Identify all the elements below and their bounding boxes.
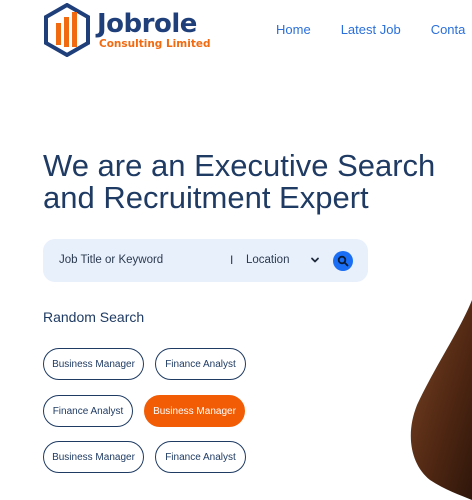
hero-title-line-1: We are an Executive Search (43, 148, 436, 183)
main-nav: Home Latest Job Conta (276, 22, 472, 37)
location-select[interactable]: Location (246, 254, 289, 266)
search-tag[interactable]: Finance Analyst (155, 441, 246, 473)
chevron-down-icon[interactable] (310, 255, 320, 265)
job-search-bar: Job Title or Keyword I Location (43, 239, 368, 282)
logo[interactable]: Jobrole Consulting Limited (43, 3, 210, 57)
search-icon (337, 255, 349, 267)
hero-title: We are an Executive Search and Recruitme… (43, 150, 472, 214)
search-tag[interactable]: Business Manager (43, 441, 144, 473)
keyword-input[interactable]: Job Title or Keyword (59, 254, 163, 266)
logo-name: Jobrole (97, 9, 197, 39)
site-header: Jobrole Consulting Limited Home Latest J… (0, 0, 472, 62)
search-button[interactable] (333, 251, 353, 271)
random-search-heading: Random Search (43, 309, 145, 325)
hero-decorative-shape (410, 300, 472, 500)
nav-link-latest-job[interactable]: Latest Job (341, 22, 401, 37)
search-tag[interactable]: Finance Analyst (43, 395, 133, 427)
logo-subtitle: Consulting Limited (99, 38, 211, 50)
nav-link-home[interactable]: Home (276, 22, 311, 37)
hero-title-line-2: and Recruitment Expert (43, 180, 369, 215)
search-divider: I (230, 253, 234, 267)
search-tag-active[interactable]: Business Manager (144, 395, 245, 427)
nav-link-contact[interactable]: Conta (431, 22, 466, 37)
logo-hexagon-icon (44, 3, 90, 57)
search-tag[interactable]: Business Manager (43, 348, 144, 380)
search-tag[interactable]: Finance Analyst (155, 348, 246, 380)
